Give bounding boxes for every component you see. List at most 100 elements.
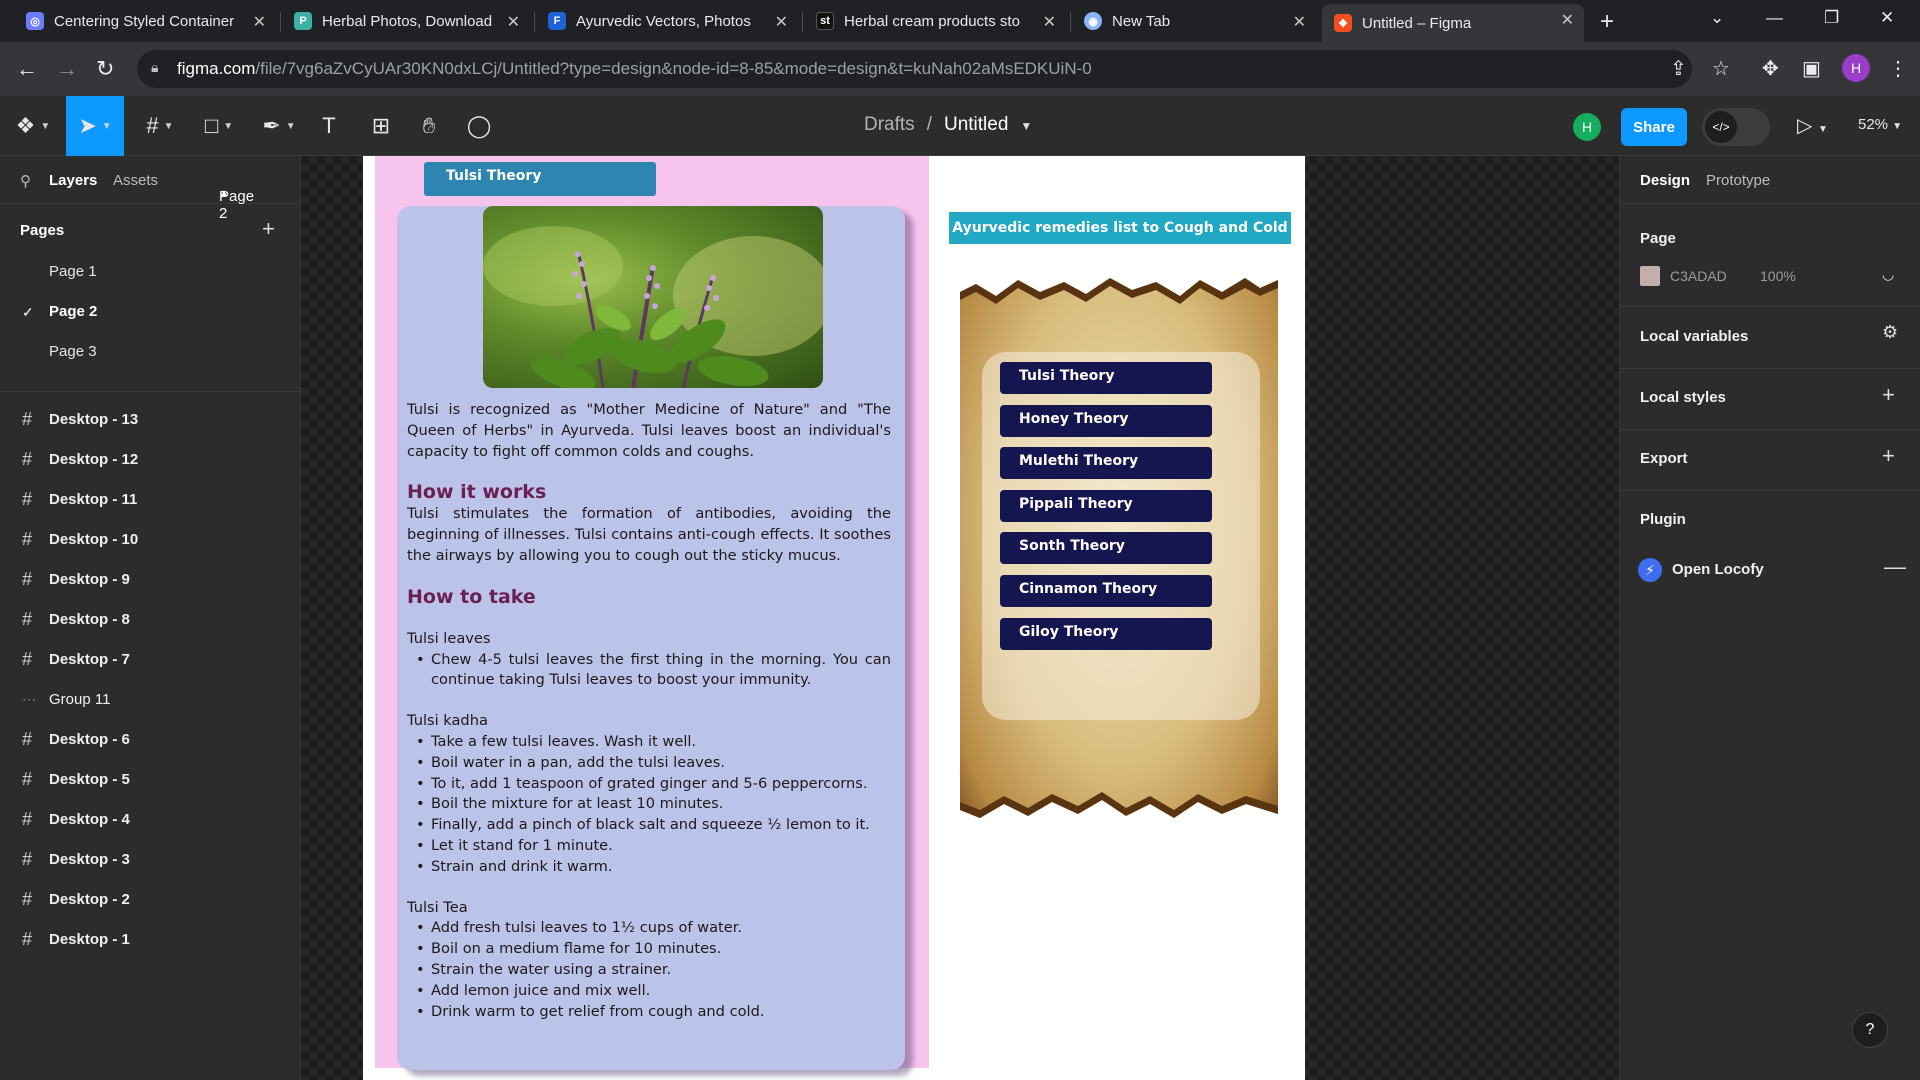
close-tab-icon[interactable]: ✕ xyxy=(1293,12,1306,32)
layer-row[interactable]: # Desktop - 5 xyxy=(0,759,301,799)
tulsi-title-badge[interactable]: Tulsi Theory xyxy=(424,162,656,196)
tab-prototype[interactable]: Prototype xyxy=(1706,172,1770,189)
tab-layers[interactable]: Layers xyxy=(49,172,97,189)
remedies-heading-banner[interactable]: Ayurvedic remedies list to Cough and Col… xyxy=(949,212,1291,244)
user-avatar[interactable]: H xyxy=(1573,113,1601,141)
local-variables-heading[interactable]: Local variables xyxy=(1640,328,1748,345)
layer-row[interactable]: # Desktop - 1 xyxy=(0,919,301,959)
eye-hidden-icon[interactable]: ◡ xyxy=(1882,266,1894,283)
desktop-frame[interactable]: Tulsi Theory Tulsi is recognized as "Mot… xyxy=(363,156,1305,1080)
forward-arrow-icon[interactable]: → xyxy=(56,56,78,82)
comment-tool-button[interactable]: ◯ xyxy=(464,96,494,156)
page-color-swatch[interactable] xyxy=(1640,266,1660,286)
browser-tab-active[interactable]: ❖ Untitled – Figma ✕ xyxy=(1322,4,1584,42)
shape-tool-button[interactable]: □ ▼ xyxy=(196,96,242,156)
page-item-active[interactable]: Page 2 xyxy=(49,303,97,320)
remedy-button[interactable]: Giloy Theory xyxy=(1000,617,1212,650)
browser-tab[interactable]: ◎ Centering Styled Container ✕ xyxy=(14,6,276,36)
text-tool-button[interactable]: T xyxy=(314,96,344,156)
parchment-scroll[interactable]: Tulsi Theory Honey Theory Mulethi Theory Pi… xyxy=(960,266,1278,836)
layer-row[interactable]: # Desktop - 2 xyxy=(0,879,301,919)
remedy-button[interactable]: Mulethi Theory xyxy=(1000,447,1212,480)
window-close-icon[interactable]: ✕ xyxy=(1880,8,1894,28)
move-tool-button[interactable]: ➤ ▼ xyxy=(66,96,124,156)
breadcrumb: Drafts / Untitled ▼ xyxy=(864,114,1032,136)
browser-tab[interactable]: ◉ New Tab ✕ xyxy=(1072,6,1316,36)
close-tab-icon[interactable]: ✕ xyxy=(775,12,788,32)
chevron-down-icon[interactable]: ▼ xyxy=(1020,114,1032,136)
cursor-arrow-icon: ➤ xyxy=(78,113,97,138)
profile-avatar[interactable]: H xyxy=(1842,54,1870,82)
add-page-plus-icon[interactable]: + xyxy=(262,216,275,242)
resources-tool-button[interactable]: ⊞ xyxy=(366,96,396,156)
bookmark-star-icon[interactable]: ☆ xyxy=(1712,56,1730,81)
browser-tab[interactable]: st Herbal cream products sto ✕ xyxy=(804,6,1066,36)
layer-row[interactable]: # Desktop - 13 xyxy=(0,399,301,439)
panel-divider xyxy=(0,391,301,392)
remedy-button[interactable]: Tulsi Theory xyxy=(1000,362,1212,394)
tab-search-chevron-icon[interactable]: ⌄ xyxy=(1710,8,1724,28)
close-tab-icon[interactable]: ✕ xyxy=(1561,10,1574,30)
pen-tool-button[interactable]: ✒ ▼ xyxy=(256,96,302,156)
main-menu-button[interactable]: ❖ ▼ xyxy=(10,96,56,156)
frame-hash-icon: # xyxy=(22,928,33,949)
close-tab-icon[interactable]: ✕ xyxy=(253,12,266,32)
plugin-open-locofy[interactable]: Open Locofy xyxy=(1672,561,1764,578)
reload-icon[interactable]: ↻ xyxy=(96,56,114,82)
page-color-value[interactable]: C3ADAD xyxy=(1670,268,1727,284)
dev-mode-toggle[interactable]: </> xyxy=(1702,108,1770,146)
layer-row[interactable]: # Desktop - 11 xyxy=(0,479,301,519)
layer-row[interactable]: # Desktop - 4 xyxy=(0,799,301,839)
restore-icon[interactable]: ❐ xyxy=(1824,8,1839,28)
add-export-plus-icon[interactable]: + xyxy=(1882,443,1895,469)
extensions-puzzle-icon[interactable]: ✥ xyxy=(1762,56,1779,81)
add-style-plus-icon[interactable]: + xyxy=(1882,382,1895,408)
variables-settings-icon[interactable]: ⚙ xyxy=(1882,322,1898,343)
remedy-button[interactable]: Honey Theory xyxy=(1000,404,1212,437)
hand-tool-button[interactable]: ✋︎ xyxy=(414,96,444,156)
frame-hash-icon: # xyxy=(22,488,33,509)
step-item: Boil on a medium flame for 10 minutes. xyxy=(407,939,891,960)
chevron-down-icon: ▼ xyxy=(223,120,234,132)
browser-tab[interactable]: P Herbal Photos, Download ✕ xyxy=(282,6,530,36)
tulsi-plant-photo[interactable] xyxy=(483,206,823,388)
help-button[interactable]: ? xyxy=(1852,1012,1888,1048)
layer-row[interactable]: # Desktop - 8 xyxy=(0,599,301,639)
kebab-menu-icon[interactable]: ⋮ xyxy=(1888,56,1908,81)
remedy-button[interactable]: Pippali Theory xyxy=(1000,489,1212,522)
layer-row[interactable]: # Desktop - 6 xyxy=(0,719,301,759)
layer-row[interactable]: ⋯ Group 11 xyxy=(0,679,301,719)
remove-plugin-minus-icon[interactable]: — xyxy=(1884,554,1906,580)
present-play-icon[interactable]: ▷ ▼ xyxy=(1797,113,1828,138)
browser-tab[interactable]: F Ayurvedic Vectors, Photos ✕ xyxy=(536,6,798,36)
close-tab-icon[interactable]: ✕ xyxy=(1043,12,1056,32)
layer-row[interactable]: # Desktop - 3 xyxy=(0,839,301,879)
close-tab-icon[interactable]: ✕ xyxy=(507,12,520,32)
zoom-level[interactable]: 52% ▼ xyxy=(1858,116,1902,133)
layer-row[interactable]: # Desktop - 12 xyxy=(0,439,301,479)
side-panel-icon[interactable]: ▣ xyxy=(1802,56,1821,81)
new-tab-plus-icon[interactable]: + xyxy=(1600,8,1614,36)
share-button[interactable]: Share xyxy=(1621,108,1687,146)
breadcrumb-drafts[interactable]: Drafts xyxy=(864,114,915,136)
file-name[interactable]: Untitled xyxy=(944,114,1008,136)
share-page-icon[interactable]: ⇪ xyxy=(1670,56,1687,81)
frame-tool-button[interactable]: # ▼ xyxy=(138,96,182,156)
layer-row[interactable]: # Desktop - 7 xyxy=(0,639,301,679)
layer-row[interactable]: # Desktop - 10 xyxy=(0,519,301,559)
back-arrow-icon[interactable]: ← xyxy=(16,56,38,82)
tulsi-info-card[interactable]: Tulsi is recognized as "Mother Medicine … xyxy=(397,206,905,1070)
url-input[interactable]: 🔒︎ figma.com/file/7vg6aZvCyUAr30KN0dxLCj… xyxy=(137,50,1692,88)
design-canvas[interactable]: Tulsi Theory Tulsi is recognized as "Mot… xyxy=(301,156,1619,1080)
layer-name: Desktop - 10 xyxy=(49,530,139,548)
page-item[interactable]: Page 3 xyxy=(49,343,97,360)
tab-assets[interactable]: Assets xyxy=(113,172,158,189)
layer-row[interactable]: # Desktop - 9 xyxy=(0,559,301,599)
page-item[interactable]: Page 1 xyxy=(49,263,97,280)
search-icon[interactable]: ⚲ xyxy=(20,172,31,190)
remedy-button[interactable]: Cinnamon Theory xyxy=(1000,575,1212,607)
minimize-icon[interactable]: — xyxy=(1766,8,1783,28)
page-opacity-value[interactable]: 100% xyxy=(1760,268,1796,284)
tab-design[interactable]: Design xyxy=(1640,172,1690,189)
remedy-button[interactable]: Sonth Theory xyxy=(1000,532,1212,565)
